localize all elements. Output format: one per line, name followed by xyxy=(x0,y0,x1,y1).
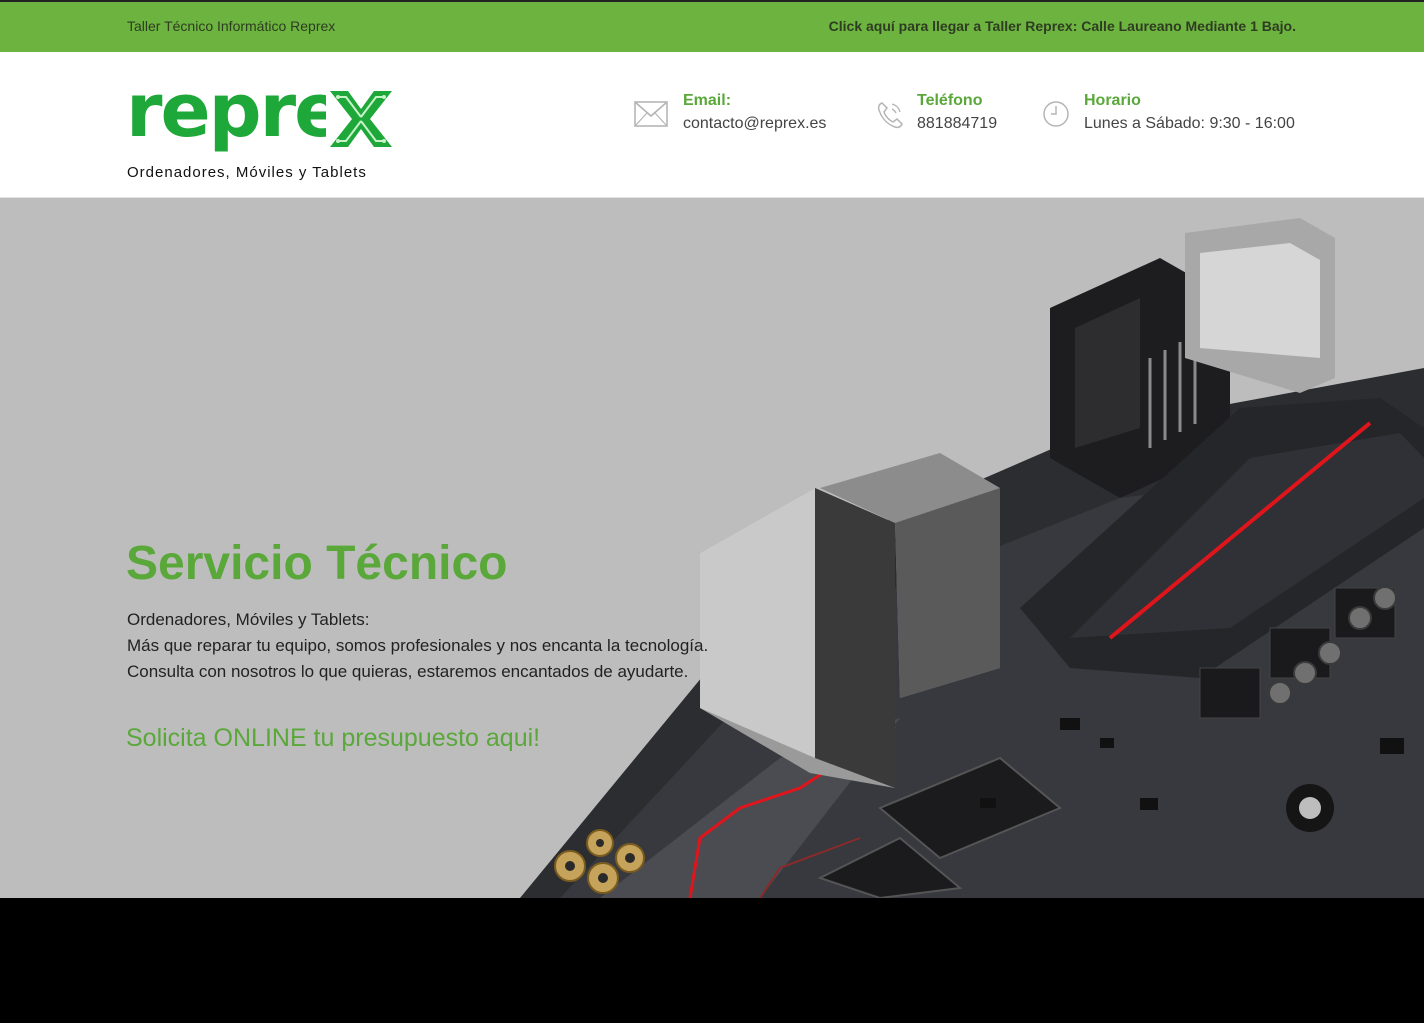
hours-value: Lunes a Sábado: 9:30 - 16:00 xyxy=(1084,115,1295,132)
phone-value[interactable]: 881884719 xyxy=(917,115,997,133)
phone-icon xyxy=(877,102,903,129)
quote-request-link[interactable]: Solicita ONLINE tu presupuesto aqui! xyxy=(126,724,540,753)
contact-hours: Horario Lunes a Sábado: 9:30 - 16:00 xyxy=(1042,92,1302,138)
directions-link[interactable]: Click aquí para llegar a Taller Reprex: … xyxy=(829,18,1296,34)
hero-title: Servicio Técnico xyxy=(126,537,508,590)
email-value[interactable]: contacto@reprex.es xyxy=(683,115,826,133)
hero-section: Servicio Técnico Ordenadores, Móviles y … xyxy=(0,198,1424,898)
contact-phone: Teléfono 881884719 xyxy=(876,92,1016,138)
phone-label: Teléfono xyxy=(917,92,983,109)
hero-line-1: Ordenadores, Móviles y Tablets: xyxy=(127,610,370,629)
envelope-icon xyxy=(634,101,668,127)
reprex-logo[interactable]: reprex Ordenadores, Móviles y Tablets xyxy=(126,74,406,190)
site-name-text: Taller Técnico Informático Reprex xyxy=(127,18,336,34)
logo-circuit-x-icon xyxy=(326,85,396,155)
hero-line-3: Consulta con nosotros lo que quieras, es… xyxy=(127,662,689,681)
clock-icon xyxy=(1043,101,1069,127)
site-header: reprex Ordenadores, Móviles y Tablets Em… xyxy=(0,52,1424,198)
hours-label: Horario xyxy=(1084,92,1141,109)
hero-line-2: Más que reparar tu equipo, somos profesi… xyxy=(127,636,709,655)
logo-tagline: Ordenadores, Móviles y Tablets xyxy=(127,164,367,181)
top-bar: Taller Técnico Informático Reprex Click … xyxy=(0,0,1424,52)
email-label: Email: xyxy=(683,92,732,109)
contact-email: Email: contacto@reprex.es xyxy=(634,92,844,138)
